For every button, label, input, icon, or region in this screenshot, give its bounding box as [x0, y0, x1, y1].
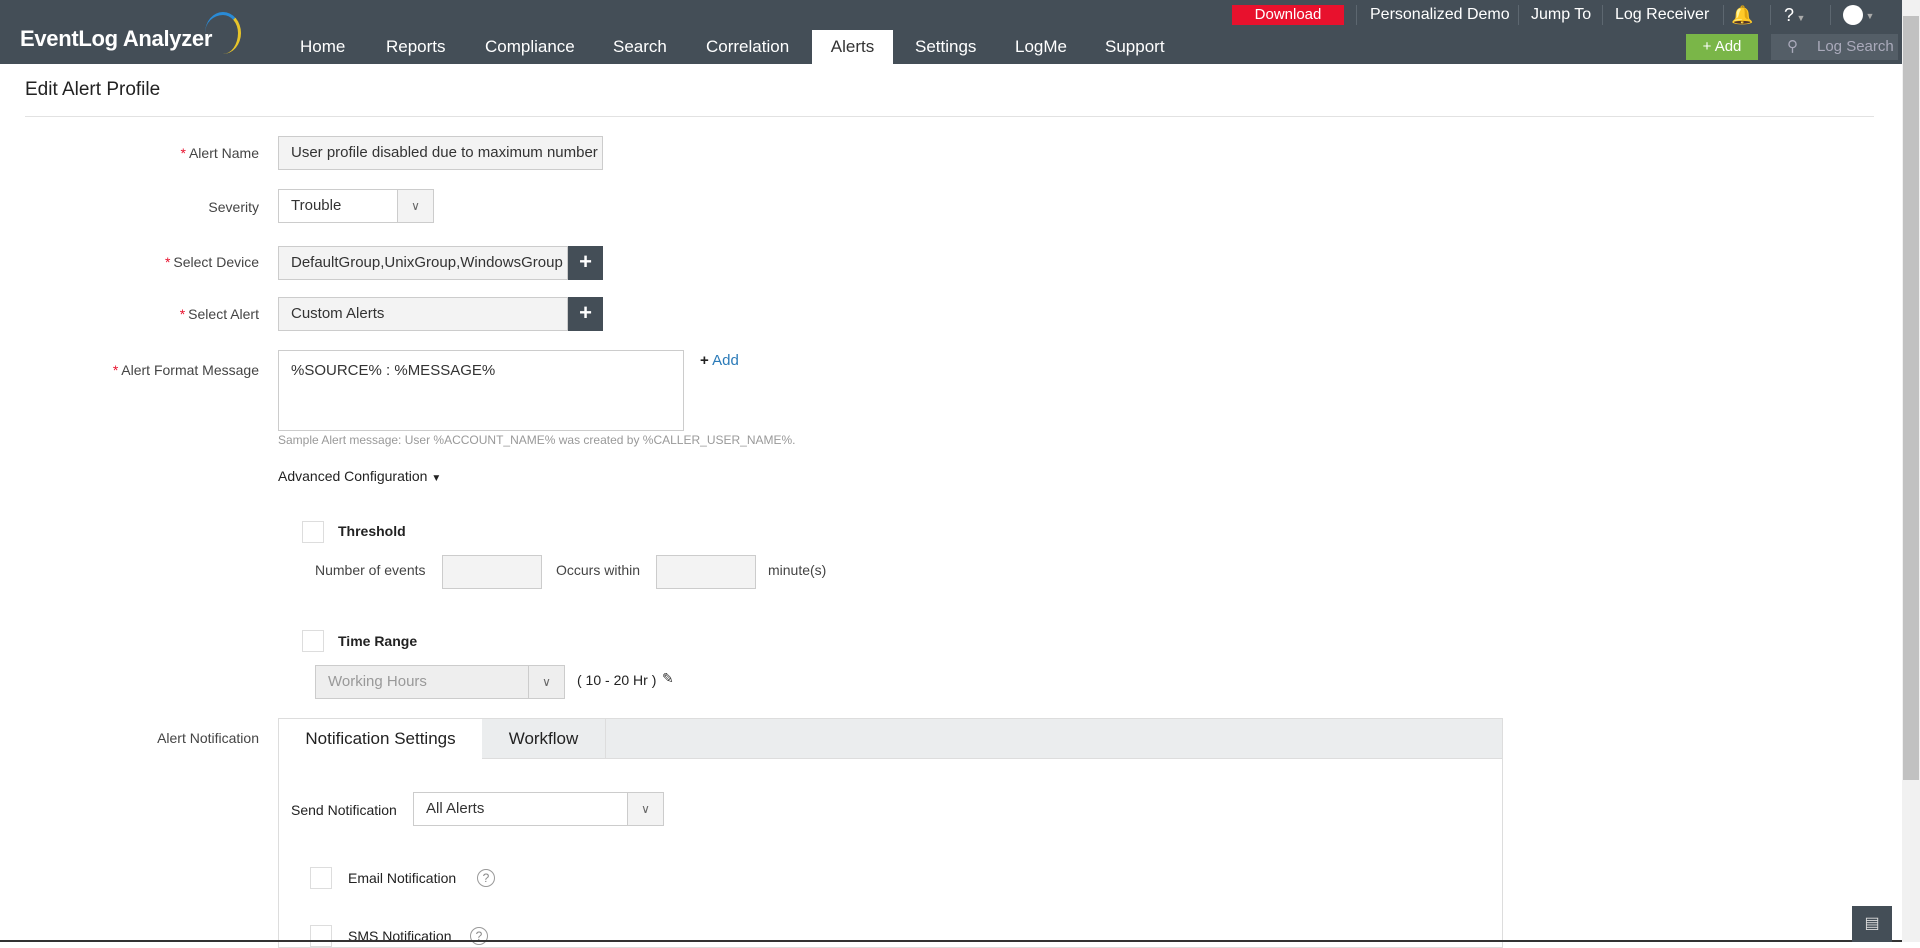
alert-name-label: * Alert Name [180, 145, 259, 161]
threshold-checkbox[interactable] [302, 521, 324, 543]
nav-support[interactable]: Support [1093, 30, 1177, 64]
nav-reports[interactable]: Reports [374, 30, 458, 64]
select-device-label: * Select Device [164, 254, 259, 270]
avatar-icon [1843, 4, 1863, 25]
alert-format-label: * Alert Format Message [112, 362, 259, 378]
add-button[interactable]: + Add [1686, 34, 1758, 60]
personalized-demo-link[interactable]: Personalized Demo [1370, 0, 1510, 30]
email-notification-checkbox[interactable] [310, 867, 332, 889]
tab-notification-settings[interactable]: Notification Settings [279, 719, 482, 760]
select-alert-input[interactable]: Custom Alerts [278, 297, 568, 331]
divider [1518, 5, 1519, 25]
pencil-icon[interactable]: ✎ [662, 670, 674, 687]
divider [1602, 5, 1603, 25]
chevron-down-icon: ∨ [528, 666, 564, 698]
advanced-configuration-toggle[interactable]: Advanced Configuration ▼ [278, 468, 441, 484]
alert-notification-label: Alert Notification [157, 730, 259, 746]
time-range-hours: ( 10 - 20 Hr ) [577, 672, 657, 688]
help-icon[interactable]: ? [477, 869, 495, 887]
nav-settings[interactable]: Settings [903, 30, 988, 64]
divider [1830, 5, 1831, 25]
app-logo[interactable]: EventLog Analyzer [20, 26, 212, 52]
divider [1770, 5, 1771, 25]
search-icon: ⚲ [1787, 38, 1798, 55]
divider [25, 116, 1874, 117]
threshold-label: Threshold [338, 523, 406, 539]
minutes-label: minute(s) [768, 562, 827, 578]
scrollbar-thumb[interactable] [1903, 16, 1919, 780]
nav-alerts[interactable]: Alerts [812, 30, 893, 64]
sms-notification-checkbox[interactable] [310, 925, 332, 947]
time-range-select[interactable]: Working Hours ∨ [315, 665, 565, 699]
divider [1356, 5, 1357, 25]
divider [1723, 5, 1724, 25]
time-range-label: Time Range [338, 633, 418, 649]
send-notification-label: Send Notification [291, 802, 397, 818]
add-device-button[interactable]: + [568, 246, 603, 280]
header: EventLog Analyzer Home Reports Complianc… [0, 0, 1902, 64]
log-receiver-link[interactable]: Log Receiver [1615, 0, 1709, 30]
logo-icon [205, 12, 241, 54]
nav-logme[interactable]: LogMe [1003, 30, 1079, 64]
nav-search[interactable]: Search [601, 30, 679, 64]
user-menu[interactable]: ▼ [1843, 0, 1874, 30]
log-search-input[interactable]: ⚲ Log Search [1771, 34, 1898, 60]
chat-icon[interactable]: ▤ [1852, 906, 1892, 942]
occurs-within-input[interactable] [656, 555, 756, 589]
email-notification-label: Email Notification [348, 870, 457, 886]
nav-compliance[interactable]: Compliance [473, 30, 587, 64]
add-format-link[interactable]: + Add [700, 352, 739, 369]
number-of-events-label: Number of events [315, 562, 426, 578]
severity-select[interactable]: Trouble ∨ [278, 189, 434, 223]
caret-down-icon: ▼ [431, 473, 442, 484]
select-alert-label: * Select Alert [179, 306, 259, 322]
help-icon[interactable]: ? [470, 927, 488, 945]
plus-icon: + [1702, 38, 1715, 55]
alert-format-textarea[interactable]: %SOURCE% : %MESSAGE% [278, 350, 684, 431]
alert-name-input[interactable]: User profile disabled due to maximum num… [278, 136, 603, 170]
nav-home[interactable]: Home [288, 30, 357, 64]
occurs-within-label: Occurs within [556, 562, 641, 578]
sample-message: Sample Alert message: User %ACCOUNT_NAME… [278, 433, 796, 447]
help-menu[interactable]: ? ▼ [1784, 0, 1805, 30]
nav-correlation[interactable]: Correlation [694, 30, 801, 64]
chevron-down-icon: ∨ [397, 190, 433, 222]
severity-label: Severity [208, 199, 259, 215]
select-device-input[interactable]: DefaultGroup,UnixGroup,WindowsGroup [278, 246, 568, 280]
add-alert-button[interactable]: + [568, 297, 603, 331]
tab-workflow[interactable]: Workflow [482, 719, 606, 759]
help-icon: ? [1784, 5, 1795, 25]
send-notification-select[interactable]: All Alerts ∨ [413, 792, 664, 826]
download-button[interactable]: Download [1232, 5, 1344, 25]
time-range-checkbox[interactable] [302, 630, 324, 652]
number-of-events-input[interactable] [442, 555, 542, 589]
bell-icon[interactable]: 🔔 [1731, 0, 1753, 30]
page-title: Edit Alert Profile [25, 79, 161, 100]
chevron-down-icon: ∨ [627, 793, 663, 825]
jump-to-link[interactable]: Jump To [1531, 0, 1591, 30]
